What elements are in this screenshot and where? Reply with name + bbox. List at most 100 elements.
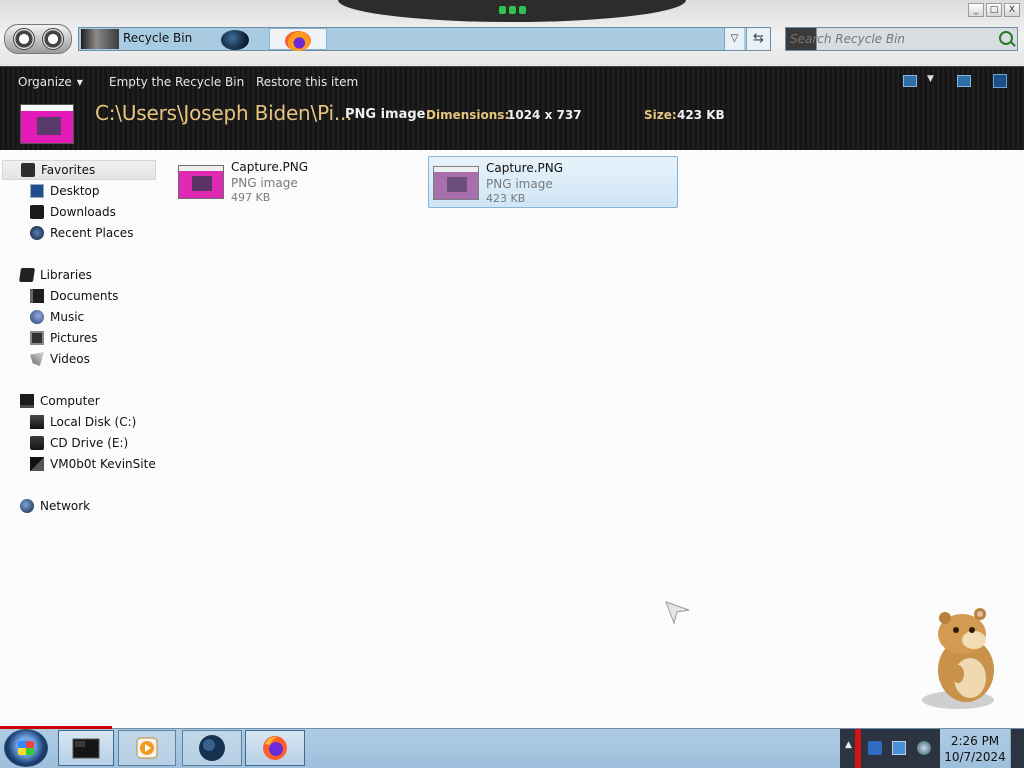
- sidebar-item-label: CD Drive (E:): [50, 436, 129, 450]
- help-button[interactable]: [993, 74, 1007, 88]
- organize-button[interactable]: Organize ▼: [18, 75, 83, 89]
- sidebar-item-videos[interactable]: Videos: [30, 349, 90, 369]
- folder-icon: [72, 738, 100, 759]
- close-button[interactable]: X: [1004, 3, 1020, 17]
- tray-red-strip: [855, 729, 861, 768]
- documents-icon: [30, 289, 44, 303]
- sidebar-item-label: Computer: [40, 394, 100, 408]
- file-name: Capture.PNG: [231, 160, 309, 174]
- volume-icon[interactable]: [917, 741, 931, 755]
- sidebar-item-pictures[interactable]: Pictures: [30, 328, 98, 348]
- sidebar-item-label: Favorites: [41, 163, 96, 177]
- sidebar-item-libraries[interactable]: Libraries: [19, 265, 92, 285]
- sidebar-item-network[interactable]: Network: [20, 496, 90, 516]
- downloads-icon: [30, 205, 44, 219]
- organize-label: Organize: [18, 75, 72, 89]
- refresh-button[interactable]: ⇆: [746, 28, 770, 50]
- sidebar-item-label: Downloads: [50, 205, 116, 219]
- mouse-pointer-icon: [665, 601, 690, 624]
- empty-recycle-bin-button[interactable]: Empty the Recycle Bin: [109, 75, 244, 89]
- sidebar-item-label: Recent Places: [50, 226, 134, 240]
- back-forward-buttons: [4, 24, 72, 54]
- clock-date: 10/7/2024: [944, 750, 1006, 764]
- address-text: Recycle Bin: [123, 31, 193, 45]
- show-hidden-icons-icon[interactable]: ▲: [845, 740, 852, 750]
- media-player-icon: [136, 737, 158, 759]
- start-button[interactable]: [4, 729, 48, 767]
- clock-time: 2:26 PM: [950, 734, 1000, 748]
- taskbar-explorer-button[interactable]: [58, 730, 114, 766]
- details-thumbnail: [20, 104, 74, 144]
- taskbar-firefox-button[interactable]: [245, 730, 305, 766]
- change-view-button[interactable]: [903, 75, 917, 87]
- network-tray-icon[interactable]: [892, 741, 906, 755]
- search-icon[interactable]: [999, 31, 1013, 45]
- view-options-chevron-icon[interactable]: ▼: [927, 74, 934, 84]
- cd-drive-icon: [30, 436, 44, 450]
- png-thumbnail-icon: [178, 165, 224, 199]
- file-item[interactable]: Capture.PNG PNG image 497 KB: [174, 156, 424, 208]
- search-input[interactable]: [790, 30, 995, 48]
- hard-drive-icon: [30, 415, 44, 429]
- sidebar-item-computer[interactable]: Computer: [20, 391, 100, 411]
- desktop-icon: [30, 184, 44, 198]
- computer-icon: [20, 394, 34, 408]
- show-desktop-button[interactable]: [1010, 729, 1024, 768]
- sidebar-item-label: Music: [50, 310, 85, 324]
- sidebar-item-favorites[interactable]: Favorites: [2, 160, 156, 180]
- globe-icon: [221, 30, 249, 50]
- action-center-icon[interactable]: [868, 741, 882, 755]
- file-size: 423 KB: [486, 192, 526, 205]
- network-icon: [20, 499, 34, 513]
- file-name: Capture.PNG: [486, 161, 564, 175]
- sidebar-item-desktop[interactable]: Desktop: [30, 181, 100, 201]
- sidebar-item-local-disk[interactable]: Local Disk (C:): [30, 412, 136, 432]
- music-icon: [30, 310, 44, 324]
- details-dimensions-label: Dimensions:: [426, 108, 510, 122]
- maximize-button[interactable]: □: [986, 3, 1002, 17]
- chevron-down-icon: ▼: [76, 78, 83, 87]
- png-thumbnail-icon: [433, 166, 479, 200]
- sidebar-item-network-share[interactable]: VM0b0t KevinSite: [30, 454, 156, 474]
- libraries-icon: [19, 268, 35, 282]
- restore-item-button[interactable]: Restore this item: [256, 75, 358, 89]
- details-dimensions-value: 1024 x 737: [507, 108, 582, 122]
- sidebar-item-label: Libraries: [40, 268, 92, 282]
- search-box: [785, 27, 1018, 51]
- details-size-label: Size:: [644, 108, 677, 122]
- forward-button[interactable]: [41, 28, 64, 50]
- address-bar[interactable]: Recycle Bin ▽ ⇆: [78, 27, 771, 51]
- sidebar-item-label: Local Disk (C:): [50, 415, 137, 429]
- sidebar-item-cd-drive[interactable]: CD Drive (E:): [30, 433, 128, 453]
- sidebar-item-downloads[interactable]: Downloads: [30, 202, 116, 222]
- file-item-selected[interactable]: Capture.PNG PNG image 423 KB: [428, 156, 678, 208]
- recent-places-icon: [30, 226, 44, 240]
- hamster-desktop-pet-icon: [922, 608, 994, 709]
- file-type: PNG image: [231, 176, 298, 190]
- firefox-tab-icon: [269, 28, 327, 51]
- taskbar-media-player-button[interactable]: [118, 730, 176, 766]
- taskbar-globe-button[interactable]: [182, 730, 242, 766]
- taskbar-clock[interactable]: 2:26 PM 10/7/2024: [944, 733, 1006, 765]
- details-path: C:\Users\Joseph Biden\Pi...: [95, 101, 353, 125]
- sidebar-item-recent-places[interactable]: Recent Places: [30, 223, 133, 243]
- minimize-button[interactable]: _: [968, 3, 984, 17]
- taskbar-accent: [0, 726, 112, 729]
- preview-pane-button[interactable]: [957, 75, 971, 87]
- command-bar: Organize ▼ Empty the Recycle Bin Restore …: [0, 66, 1024, 150]
- firefox-icon: [263, 736, 287, 760]
- favorites-icon: [21, 163, 35, 177]
- navigation-pane: Favorites Desktop Downloads Recent Place…: [0, 150, 160, 728]
- file-size: 497 KB: [231, 191, 271, 204]
- details-file-type: PNG image: [345, 107, 426, 122]
- sidebar-item-label: Desktop: [50, 184, 100, 198]
- videos-icon: [30, 352, 44, 366]
- sidebar-item-music[interactable]: Music: [30, 307, 84, 327]
- sidebar-item-label: VM0b0t KevinSite: [50, 457, 156, 471]
- address-dropdown-button[interactable]: ▽: [724, 28, 744, 50]
- back-button[interactable]: [12, 28, 35, 50]
- sidebar-item-documents[interactable]: Documents: [30, 286, 118, 306]
- pictures-icon: [30, 331, 44, 345]
- sidebar-item-label: Network: [40, 499, 91, 513]
- recycle-bin-icon: [81, 29, 119, 49]
